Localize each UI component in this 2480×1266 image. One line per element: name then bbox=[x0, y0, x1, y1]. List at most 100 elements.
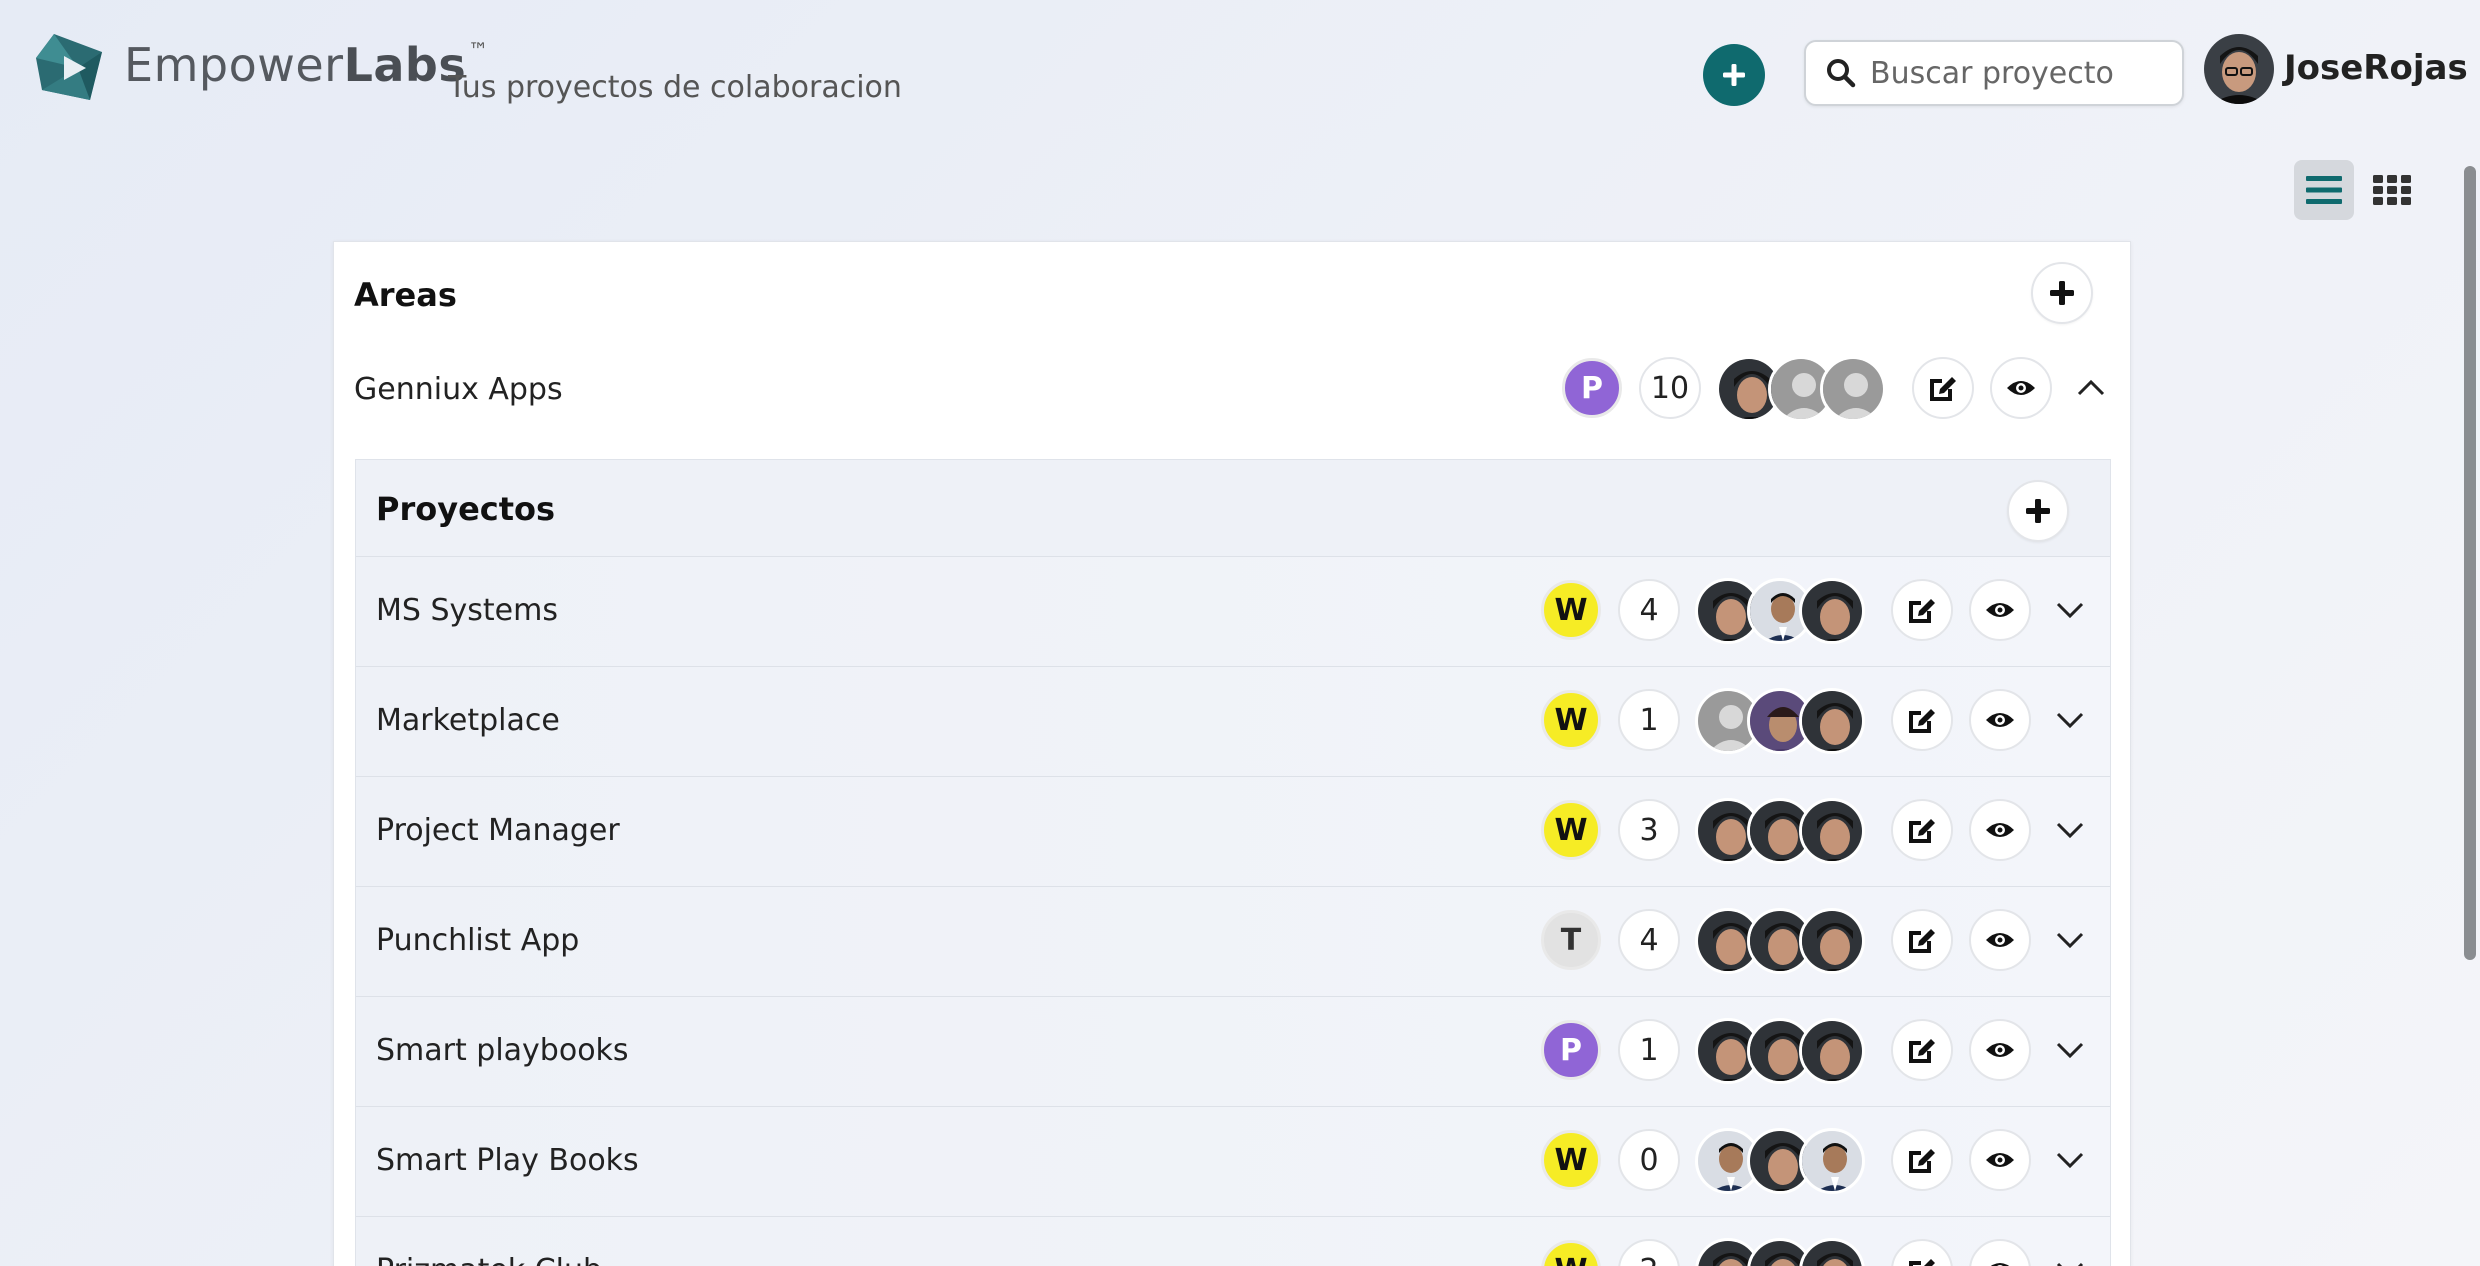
project-row[interactable]: Punchlist App T 4 bbox=[356, 886, 2110, 996]
project-members bbox=[1695, 688, 1865, 754]
project-name: Prizmatek Club bbox=[376, 1253, 602, 1266]
edit-area-button[interactable] bbox=[1912, 357, 1974, 419]
expand-project-button[interactable] bbox=[2048, 1248, 2092, 1266]
edit-project-button[interactable] bbox=[1891, 1019, 1953, 1081]
project-task-count: 4 bbox=[1618, 579, 1680, 641]
projects-panel: Proyectos MS Systems W 4 Marketplace W 1 Proje… bbox=[355, 459, 2111, 1266]
project-status-badge: W bbox=[1541, 690, 1601, 750]
project-name: Smart Play Books bbox=[376, 1143, 639, 1178]
edit-icon bbox=[1909, 709, 1935, 733]
eye-icon bbox=[2007, 381, 2035, 395]
edit-project-button[interactable] bbox=[1891, 1129, 1953, 1191]
view-project-button[interactable] bbox=[1969, 1129, 2031, 1191]
member-avatar bbox=[1820, 356, 1886, 422]
username[interactable]: JoseRojas bbox=[2284, 48, 2468, 88]
search-icon bbox=[1827, 59, 1856, 88]
member-avatar bbox=[1799, 1238, 1865, 1266]
search-box bbox=[1804, 40, 2184, 106]
user-avatar[interactable] bbox=[2204, 34, 2274, 104]
view-project-button[interactable] bbox=[1969, 1019, 2031, 1081]
chevron-down-icon bbox=[2056, 1042, 2084, 1059]
add-project-button[interactable] bbox=[2007, 480, 2069, 542]
areas-card: Areas Genniux Apps P 10 Proyectos MS Sys… bbox=[333, 241, 2131, 1266]
chevron-down-icon bbox=[2056, 602, 2084, 619]
add-area-button[interactable] bbox=[2031, 262, 2093, 324]
add-project-button[interactable] bbox=[1703, 44, 1765, 106]
edit-icon bbox=[1930, 377, 1956, 401]
expand-project-button[interactable] bbox=[2048, 1028, 2092, 1072]
view-area-button[interactable] bbox=[1990, 357, 2052, 419]
plus-icon bbox=[2050, 281, 2074, 305]
project-row[interactable]: MS Systems W 4 bbox=[356, 556, 2110, 666]
project-status-badge: P bbox=[1541, 1020, 1601, 1080]
projects-title: Proyectos bbox=[376, 490, 556, 528]
project-task-count: 0 bbox=[1618, 1129, 1680, 1191]
edit-project-button[interactable] bbox=[1891, 799, 1953, 861]
view-project-button[interactable] bbox=[1969, 579, 2031, 641]
expand-project-button[interactable] bbox=[2048, 1138, 2092, 1182]
list-view-icon bbox=[2306, 176, 2342, 204]
project-row[interactable]: Smart Play Books W 0 bbox=[356, 1106, 2110, 1216]
project-name: Project Manager bbox=[376, 813, 620, 848]
project-status-badge: W bbox=[1541, 1240, 1601, 1266]
project-members bbox=[1695, 908, 1865, 974]
project-row[interactable]: Marketplace W 1 bbox=[356, 666, 2110, 776]
eye-icon bbox=[1986, 1043, 2014, 1057]
project-task-count: 2 bbox=[1618, 1239, 1680, 1266]
plus-icon bbox=[2026, 499, 2050, 523]
view-project-button[interactable] bbox=[1969, 909, 2031, 971]
edit-icon bbox=[1909, 599, 1935, 623]
project-status-badge: T bbox=[1541, 910, 1601, 970]
page: EmpowerLabs ™ Tus proyectos de colaboraci… bbox=[0, 0, 2480, 1266]
expand-project-button[interactable] bbox=[2048, 588, 2092, 632]
project-task-count: 1 bbox=[1618, 689, 1680, 751]
eye-icon bbox=[1986, 933, 2014, 947]
collapse-area-button[interactable] bbox=[2069, 366, 2113, 410]
view-project-button[interactable] bbox=[1969, 799, 2031, 861]
edit-icon bbox=[1909, 1259, 1935, 1266]
edit-icon bbox=[1909, 819, 1935, 843]
search-input[interactable] bbox=[1870, 55, 2170, 91]
project-row[interactable]: Smart playbooks P 1 bbox=[356, 996, 2110, 1106]
view-project-button[interactable] bbox=[1969, 689, 2031, 751]
edit-project-button[interactable] bbox=[1891, 1239, 1953, 1266]
list-view-button[interactable] bbox=[2294, 160, 2354, 220]
project-name: Marketplace bbox=[376, 703, 560, 738]
project-members bbox=[1695, 1238, 1865, 1266]
edit-project-button[interactable] bbox=[1891, 909, 1953, 971]
brand-name: EmpowerLabs ™ bbox=[124, 38, 489, 92]
empowerlabs-logo-icon bbox=[36, 34, 102, 100]
area-row[interactable]: Genniux Apps P 10 bbox=[334, 352, 2132, 428]
project-task-count: 1 bbox=[1618, 1019, 1680, 1081]
user-photo bbox=[2204, 34, 2274, 104]
grid-view-button[interactable] bbox=[2362, 160, 2422, 220]
project-row[interactable]: Prizmatek Club W2 bbox=[356, 1216, 2110, 1266]
eye-icon bbox=[1986, 1153, 2014, 1167]
chevron-down-icon bbox=[2056, 712, 2084, 729]
expand-project-button[interactable] bbox=[2048, 918, 2092, 962]
expand-project-button[interactable] bbox=[2048, 698, 2092, 742]
eye-icon bbox=[1986, 603, 2014, 617]
expand-project-button[interactable] bbox=[2048, 808, 2092, 852]
brand-trademark: ™ bbox=[468, 37, 489, 62]
edit-project-button[interactable] bbox=[1891, 689, 1953, 751]
area-name: Genniux Apps bbox=[354, 372, 563, 407]
project-task-count: 3 bbox=[1618, 799, 1680, 861]
chevron-down-icon bbox=[2056, 1262, 2084, 1266]
member-avatar bbox=[1799, 688, 1865, 754]
view-project-button[interactable] bbox=[1969, 1239, 2031, 1266]
project-name: Punchlist App bbox=[376, 923, 580, 958]
eye-icon bbox=[1991, 1263, 2009, 1266]
chevron-down-icon bbox=[2056, 932, 2084, 949]
eye-icon bbox=[1986, 823, 2014, 837]
edit-icon bbox=[1909, 1039, 1935, 1063]
project-task-count: 4 bbox=[1618, 909, 1680, 971]
edit-project-button[interactable] bbox=[1891, 579, 1953, 641]
member-avatar bbox=[1799, 1128, 1865, 1194]
edit-icon bbox=[1909, 1149, 1935, 1173]
member-avatar bbox=[1799, 908, 1865, 974]
scrollbar-thumb[interactable] bbox=[2464, 166, 2476, 960]
project-members bbox=[1695, 578, 1865, 644]
project-status-badge: W bbox=[1541, 1130, 1601, 1190]
project-row[interactable]: Project Manager W 3 bbox=[356, 776, 2110, 886]
